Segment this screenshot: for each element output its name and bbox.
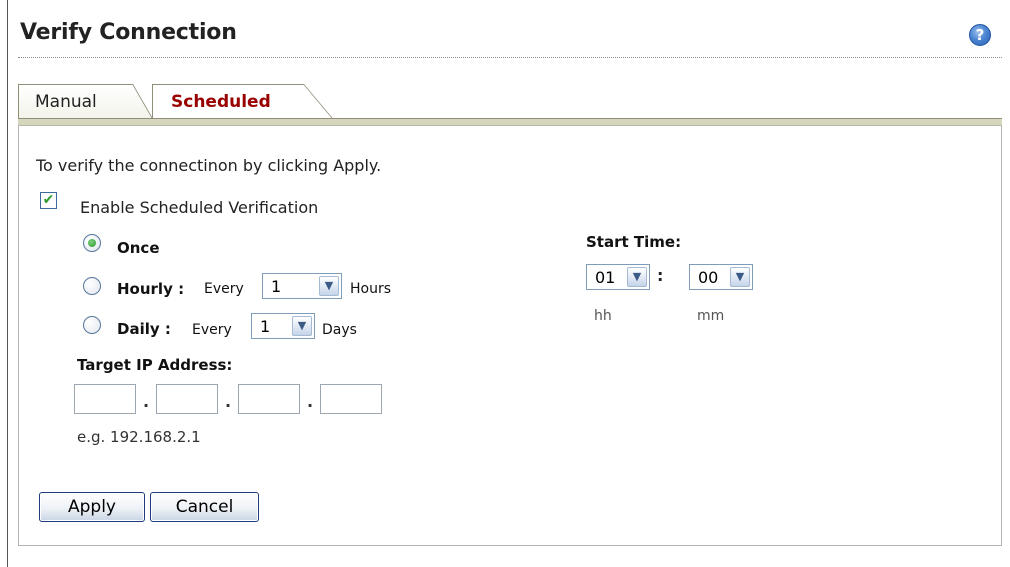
ip-example-hint: e.g. 192.168.2.1 — [77, 428, 201, 446]
daily-interval-value: 1 — [260, 317, 271, 336]
chevron-down-icon: ▼ — [730, 267, 750, 287]
ip-separator: . — [225, 392, 232, 411]
daily-unit-label: Days — [322, 322, 357, 338]
daily-every-label: Every — [192, 322, 232, 338]
radio-once-label: Once — [117, 239, 160, 257]
ip-octet-1-input[interactable] — [74, 384, 136, 414]
instruction-text: To verify the connectinon by clicking Ap… — [36, 156, 382, 175]
ip-octet-2-input[interactable] — [156, 384, 218, 414]
help-icon[interactable]: ? — [969, 24, 991, 46]
radio-hourly[interactable] — [83, 277, 101, 295]
tab-manual-label: Manual — [35, 92, 97, 112]
hourly-every-label: Every — [204, 281, 244, 297]
ip-octet-3-input[interactable] — [238, 384, 300, 414]
apply-button[interactable]: Apply — [39, 492, 145, 522]
chevron-down-icon: ▼ — [627, 267, 647, 287]
title-divider — [18, 57, 1002, 58]
start-minute-value: 00 — [698, 268, 719, 287]
hourly-interval-value: 1 — [271, 277, 282, 296]
minute-unit-label: mm — [697, 308, 725, 324]
ip-separator: . — [307, 392, 314, 411]
tab-manual[interactable]: Manual — [18, 84, 152, 119]
start-hour-value: 01 — [595, 268, 616, 287]
hourly-interval-select[interactable]: 1 ▼ — [262, 273, 342, 299]
radio-hourly-label: Hourly : — [117, 280, 185, 298]
enable-scheduled-checkbox[interactable]: ✔ — [40, 192, 57, 209]
ip-octet-4-input[interactable] — [320, 384, 382, 414]
radio-daily-label: Daily : — [117, 320, 171, 338]
cancel-button[interactable]: Cancel — [150, 492, 259, 522]
radio-daily[interactable] — [83, 316, 101, 334]
checkmark-icon: ✔ — [42, 192, 55, 208]
tab-scheduled[interactable]: Scheduled — [152, 84, 332, 119]
time-separator: : — [657, 266, 664, 285]
tab-scheduled-label: Scheduled — [171, 92, 271, 112]
page-title: Verify Connection — [20, 20, 237, 45]
start-minute-select[interactable]: 00 ▼ — [689, 264, 753, 290]
hour-unit-label: hh — [594, 308, 612, 324]
start-time-label: Start Time: — [586, 233, 682, 251]
hourly-unit-label: Hours — [350, 281, 392, 297]
chevron-down-icon: ▼ — [319, 276, 339, 296]
daily-interval-select[interactable]: 1 ▼ — [251, 313, 315, 339]
radio-selected-dot-icon — [88, 239, 96, 247]
window-left-border — [7, 0, 8, 567]
start-hour-select[interactable]: 01 ▼ — [586, 264, 650, 290]
ip-separator: . — [143, 392, 150, 411]
enable-scheduled-label: Enable Scheduled Verification — [80, 198, 319, 217]
chevron-down-icon: ▼ — [292, 316, 312, 336]
target-ip-label: Target IP Address: — [77, 356, 233, 374]
radio-once[interactable] — [83, 234, 101, 252]
tab-bar — [18, 118, 1002, 126]
